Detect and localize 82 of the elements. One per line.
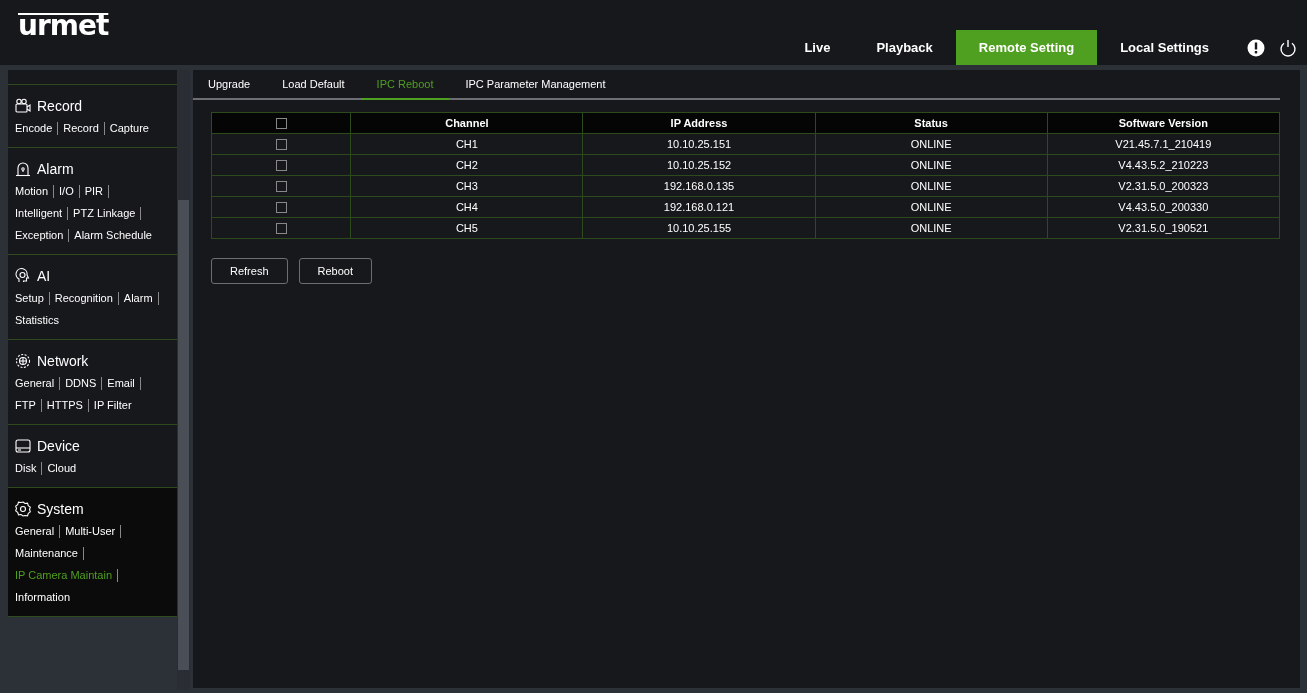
sidebar-link[interactable]: HTTPS: [46, 399, 89, 412]
action-button[interactable]: Reboot: [298, 258, 372, 284]
nav-tab[interactable]: Local Settings: [1097, 30, 1232, 65]
sidebar-link[interactable]: Recognition: [54, 292, 119, 305]
globe-icon: [15, 353, 31, 369]
table-cell: V2.31.5.0_190521: [1047, 217, 1280, 239]
table-cell: ONLINE: [815, 133, 1048, 155]
table-cell: 10.10.25.151: [582, 133, 816, 155]
table-cell: ONLINE: [815, 175, 1048, 197]
table-cell: ONLINE: [815, 217, 1048, 239]
sidebar-link[interactable]: Encode: [15, 122, 59, 135]
tab[interactable]: IPC Reboot: [360, 70, 450, 100]
table-cell: CH2: [350, 154, 583, 176]
tab[interactable]: Load Default: [266, 70, 361, 100]
nav-tab[interactable]: Playback: [853, 30, 956, 65]
sidebar-link[interactable]: Multi-User: [65, 525, 122, 538]
checkbox[interactable]: [275, 223, 287, 235]
table-cell: CH3: [350, 175, 583, 197]
table-cell: V21.45.7.1_210419: [1047, 133, 1280, 155]
sidebar-link[interactable]: Information: [15, 591, 76, 604]
column-header: IP Address: [582, 112, 816, 134]
settings-icon: [15, 501, 31, 517]
sidebar-link[interactable]: Capture: [109, 122, 154, 135]
section-title[interactable]: AI: [37, 268, 51, 284]
sidebar-link[interactable]: Alarm Schedule: [74, 229, 157, 242]
head-icon: [15, 268, 31, 284]
drive-icon: [15, 438, 31, 454]
table-cell: 10.10.25.155: [582, 217, 816, 239]
table-cell: V4.43.5.2_210223: [1047, 154, 1280, 176]
checkbox[interactable]: [275, 160, 287, 172]
table-cell: 192.168.0.121: [582, 196, 816, 218]
column-header: Software Version: [1047, 112, 1280, 134]
table-cell: CH5: [350, 217, 583, 239]
checkbox[interactable]: [275, 118, 287, 130]
sidebar-link[interactable]: Setup: [15, 292, 50, 305]
table-cell: 192.168.0.135: [582, 175, 816, 197]
table-cell: ONLINE: [815, 196, 1048, 218]
power-icon[interactable]: [1279, 38, 1297, 57]
sidebar-link[interactable]: Exception: [15, 229, 70, 242]
sidebar-link[interactable]: Motion: [15, 185, 55, 198]
checkbox[interactable]: [275, 202, 287, 214]
alert-icon[interactable]: [1247, 38, 1265, 57]
sidebar-link[interactable]: IP Camera Maintain: [15, 569, 118, 582]
table-cell: V4.43.5.0_200330: [1047, 196, 1280, 218]
tab[interactable]: Upgrade: [193, 70, 267, 100]
sidebar-link[interactable]: Cloud: [47, 462, 82, 475]
sidebar-link[interactable]: Intelligent: [15, 207, 69, 220]
sidebar-link[interactable]: Alarm: [123, 292, 159, 305]
section-title[interactable]: Device: [37, 438, 80, 454]
action-button[interactable]: Refresh: [211, 258, 288, 284]
sidebar-link[interactable]: PIR: [84, 185, 110, 198]
sidebar-link[interactable]: Record: [63, 122, 105, 135]
nav-tab[interactable]: Live: [781, 30, 854, 65]
section-title[interactable]: System: [37, 501, 84, 517]
tab[interactable]: IPC Parameter Management: [449, 70, 622, 100]
section-title[interactable]: Alarm: [37, 161, 74, 177]
sidebar-link[interactable]: Disk: [15, 462, 43, 475]
sidebar-link[interactable]: PTZ Linkage: [73, 207, 142, 220]
section-title[interactable]: Network: [37, 353, 89, 369]
table-cell: ONLINE: [815, 154, 1048, 176]
sidebar-link[interactable]: General: [15, 377, 61, 390]
sidebar-link[interactable]: DDNS: [65, 377, 103, 390]
table-cell: V2.31.5.0_200323: [1047, 175, 1280, 197]
table-cell: 10.10.25.152: [582, 154, 816, 176]
sidebar-link[interactable]: IP Filter: [93, 399, 137, 412]
table-cell: CH1: [350, 133, 583, 155]
checkbox[interactable]: [275, 139, 287, 151]
camera-icon: [15, 98, 31, 114]
section-title[interactable]: Record: [37, 98, 83, 114]
column-header: Channel: [350, 112, 583, 134]
sidebar-link[interactable]: Statistics: [15, 314, 64, 327]
scrollbar[interactable]: [177, 70, 190, 690]
logo: urmet: [18, 9, 109, 42]
sidebar-link[interactable]: Email: [107, 377, 141, 390]
sidebar-link[interactable]: I/O: [59, 185, 80, 198]
table-cell: CH4: [350, 196, 583, 218]
sidebar-link[interactable]: Maintenance: [15, 547, 84, 560]
sidebar-link[interactable]: General: [15, 525, 61, 538]
column-header: Status: [815, 112, 1048, 134]
checkbox[interactable]: [275, 181, 287, 193]
sidebar-link[interactable]: FTP: [15, 399, 42, 412]
siren-icon: [15, 161, 31, 177]
